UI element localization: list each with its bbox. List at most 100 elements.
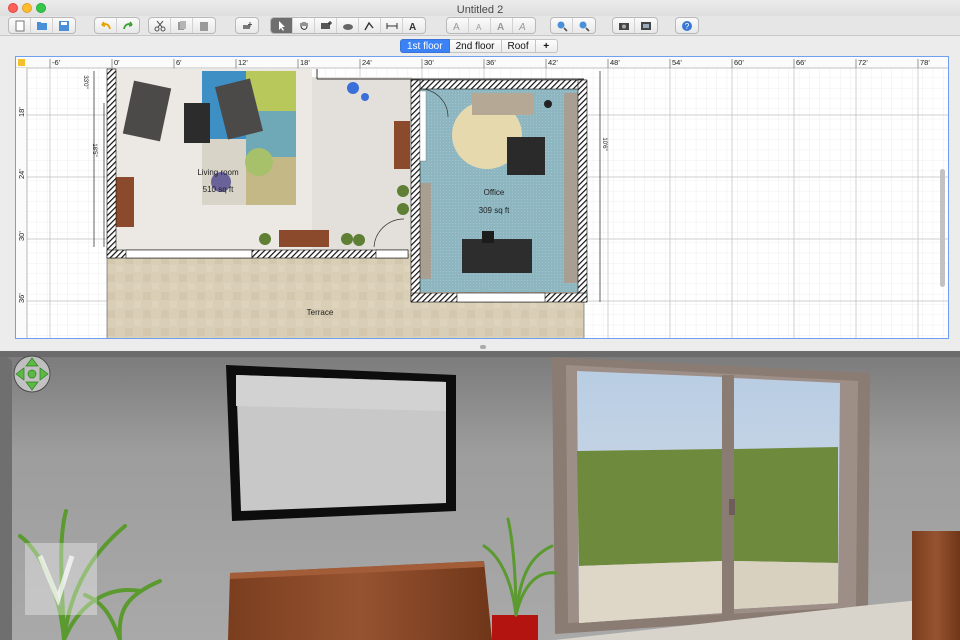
redo-button[interactable] xyxy=(117,18,139,33)
open-file-icon xyxy=(36,21,47,30)
svg-text:A: A xyxy=(497,22,504,32)
create-polylines-button[interactable] xyxy=(359,18,381,33)
paste-button[interactable] xyxy=(193,18,215,33)
room-name-terrace: Terrace xyxy=(306,308,334,317)
toolbar-group xyxy=(94,17,140,34)
zoom-window-button[interactable] xyxy=(36,3,46,13)
increase-text-icon: A xyxy=(453,22,460,32)
close-window-button[interactable] xyxy=(8,3,18,13)
vertical-ruler-label: 18' xyxy=(17,107,26,117)
open-file-button[interactable] xyxy=(31,18,53,33)
new-file-icon xyxy=(15,20,24,31)
level-tabs: 1st floor 2nd floor Roof + xyxy=(400,39,558,53)
add-furniture-icon xyxy=(243,21,252,29)
toolbar: A A A A A? xyxy=(0,16,960,36)
room-name-office: Office xyxy=(483,188,505,197)
increase-text-button[interactable]: A xyxy=(447,18,469,33)
svg-text:A: A xyxy=(409,22,416,32)
add-text-button[interactable]: A xyxy=(403,18,425,33)
new-file-button[interactable] xyxy=(9,18,31,33)
bold-text-button[interactable]: A xyxy=(491,18,513,33)
vertical-ruler-label: 36' xyxy=(17,293,26,303)
create-photo-icon xyxy=(618,22,629,30)
ruler-label: 54' xyxy=(672,58,682,67)
add-level-button[interactable]: + xyxy=(535,39,558,53)
vertical-ruler-label: 24' xyxy=(17,169,26,179)
undo-button[interactable] xyxy=(95,18,117,33)
window-title: Untitled 2 xyxy=(456,4,504,16)
create-walls-icon xyxy=(320,20,332,29)
redo-icon xyxy=(123,21,133,29)
ruler-label: 12' xyxy=(238,58,248,67)
create-video-button[interactable] xyxy=(635,18,657,33)
ruler-label: 6' xyxy=(176,58,182,67)
svg-text:A: A xyxy=(518,22,526,32)
ruler-label: 30' xyxy=(424,58,434,67)
zoom-in-button[interactable] xyxy=(551,18,573,33)
decrease-text-button[interactable]: A xyxy=(469,18,491,33)
cut-button[interactable] xyxy=(149,18,171,33)
ruler-label: 66' xyxy=(796,58,806,67)
plan-canvas[interactable]: -6' 0' 6' 12' 18' 24' 30' 36' 42' 48' 54' 60' 66' 72'… xyxy=(16,57,949,339)
vertical-ruler-label: 30' xyxy=(17,231,26,241)
svg-text:A: A xyxy=(476,23,482,32)
3d-scene[interactable] xyxy=(0,351,960,640)
cut-icon xyxy=(154,20,165,31)
3d-view[interactable] xyxy=(0,351,960,640)
ruler-label: 24' xyxy=(362,58,372,67)
tab-roof[interactable]: Roof xyxy=(501,39,536,53)
toolbar-group: AAAA xyxy=(446,17,536,34)
title-bar: Untitled 2 xyxy=(0,0,960,16)
create-video-icon xyxy=(641,21,651,30)
ruler-label: 78' xyxy=(920,58,930,67)
toolbar-group: ? xyxy=(675,17,699,34)
plan-view[interactable]: -6' 0' 6' 12' 18' 24' 30' 36' 42' 48' 54' 60' 66' 72'… xyxy=(15,56,949,339)
dimension-label-1: 33'0" xyxy=(82,75,88,89)
save-file-button[interactable] xyxy=(53,18,75,33)
room-area-office: 309 sq ft xyxy=(478,206,510,215)
create-polylines-icon xyxy=(363,21,374,30)
create-photo-button[interactable] xyxy=(613,18,635,33)
toolbar-group: A xyxy=(270,17,426,34)
italic-text-button[interactable]: A xyxy=(513,18,535,33)
ruler-label: 0' xyxy=(114,58,120,67)
toolbar-group xyxy=(148,17,216,34)
pan-hand-icon xyxy=(300,21,307,30)
create-dimensions-button[interactable] xyxy=(381,18,403,33)
create-rooms-icon xyxy=(342,23,353,30)
toolbar-group xyxy=(8,17,76,34)
ruler-label: 60' xyxy=(734,58,744,67)
3d-navigation-arrows-icon[interactable] xyxy=(13,355,51,393)
create-walls-button[interactable] xyxy=(315,18,337,33)
create-rooms-button[interactable] xyxy=(337,18,359,33)
help-icon: ? xyxy=(682,20,692,31)
save-file-icon xyxy=(59,20,69,31)
tab-1st-floor[interactable]: 1st floor xyxy=(400,39,450,53)
select-arrow-button[interactable] xyxy=(271,18,293,33)
zoom-out-icon xyxy=(579,21,590,32)
toolbar-group xyxy=(550,17,596,34)
svg-text:A: A xyxy=(453,22,460,32)
svg-text:?: ? xyxy=(685,22,690,31)
minimize-window-button[interactable] xyxy=(22,3,32,13)
ruler-label: 18' xyxy=(300,58,310,67)
toolbar-group xyxy=(612,17,658,34)
bold-text-icon: A xyxy=(497,22,504,32)
zoom-out-button[interactable] xyxy=(573,18,595,33)
ruler-label: 42' xyxy=(548,58,558,67)
italic-text-icon: A xyxy=(518,22,526,32)
select-arrow-icon xyxy=(278,20,285,31)
room-name-living: Living room xyxy=(197,168,239,177)
ruler-label: -6' xyxy=(52,58,61,67)
help-button[interactable]: ? xyxy=(676,18,698,33)
copy-icon xyxy=(177,20,186,30)
ruler-label: 36' xyxy=(486,58,496,67)
toolbar-group xyxy=(235,17,259,34)
copy-button[interactable] xyxy=(171,18,193,33)
splitter-handle[interactable] xyxy=(480,345,486,349)
pan-hand-button[interactable] xyxy=(293,18,315,33)
add-furniture-button[interactable] xyxy=(236,18,258,33)
create-dimensions-icon xyxy=(386,22,397,29)
paste-icon xyxy=(200,21,208,31)
tab-2nd-floor[interactable]: 2nd floor xyxy=(449,39,502,53)
